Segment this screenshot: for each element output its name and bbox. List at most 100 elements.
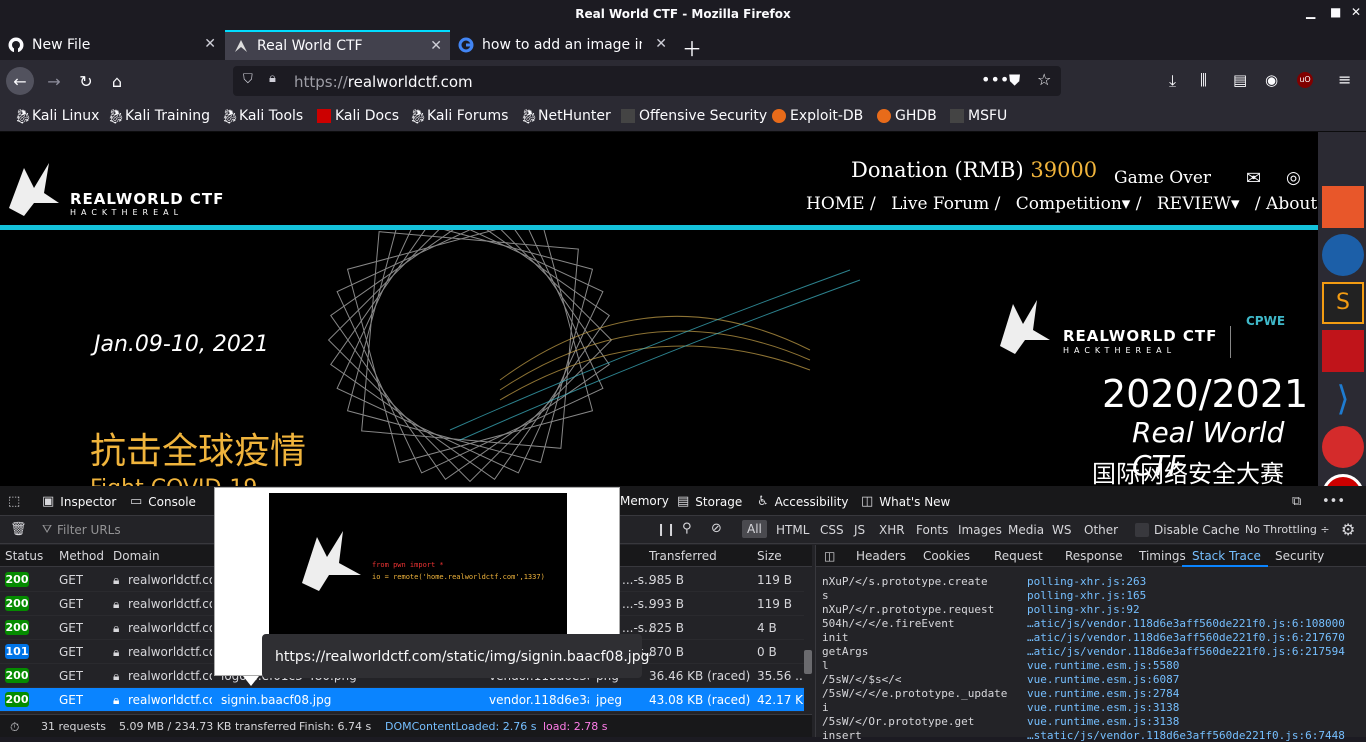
bookmark-kali-forums[interactable]: 🐉︎ Kali Forums bbox=[409, 108, 508, 125]
menu-about[interactable]: / About bbox=[1255, 194, 1317, 214]
tab-new-file[interactable]: New File ✕ bbox=[0, 30, 224, 60]
ublock-icon[interactable]: uO bbox=[1297, 72, 1313, 88]
maximize-icon[interactable]: ■ bbox=[1330, 5, 1341, 19]
element-picker-icon[interactable]: ⬚ bbox=[8, 494, 26, 509]
download-icon[interactable]: ⤓ bbox=[1169, 71, 1176, 91]
bookmark-kali-docs[interactable]: Kali Docs bbox=[317, 108, 399, 124]
burpsuite-icon[interactable] bbox=[1322, 186, 1364, 228]
close-icon[interactable]: ✕ bbox=[655, 36, 667, 52]
col-domain[interactable]: Domain bbox=[113, 549, 160, 563]
mail-icon[interactable]: ✉ bbox=[1246, 168, 1261, 189]
type-ws[interactable]: WS bbox=[1052, 523, 1071, 537]
tab-stack-trace[interactable]: Stack Trace bbox=[1192, 549, 1261, 563]
tab-console[interactable]: ▭ Console bbox=[130, 494, 196, 509]
col-method[interactable]: Method bbox=[59, 549, 104, 563]
type-xhr[interactable]: XHR bbox=[879, 523, 905, 537]
bookmark-kali-training[interactable]: 🐉︎ Kali Training bbox=[107, 108, 210, 125]
stack-frame-source[interactable]: vue.runtime.esm.js:3138 bbox=[1027, 715, 1179, 728]
type-media[interactable]: Media bbox=[1008, 523, 1044, 537]
type-css[interactable]: CSS bbox=[820, 523, 844, 537]
menu-review[interactable]: REVIEW▾ bbox=[1157, 194, 1240, 214]
tab-inspector[interactable]: ▣ Inspector bbox=[42, 494, 116, 509]
block-icon[interactable]: ⊘ bbox=[711, 521, 722, 536]
tab-storage[interactable]: ▤ Storage bbox=[677, 494, 742, 509]
type-fonts[interactable]: Fonts bbox=[916, 523, 948, 537]
tab-real-world-ctf[interactable]: Real World CTF ✕ bbox=[225, 30, 450, 60]
type-html[interactable]: HTML bbox=[776, 523, 809, 537]
bookmark-offensive-security[interactable]: Offensive Security bbox=[621, 108, 767, 124]
stack-frame-source[interactable]: …atic/js/vendor.118d6e3aff560de221f0.js:… bbox=[1027, 617, 1345, 630]
tab-headers[interactable]: Headers bbox=[856, 549, 906, 563]
type-images[interactable]: Images bbox=[958, 523, 1002, 537]
col-size[interactable]: Size bbox=[757, 549, 782, 563]
menu-live-forum[interactable]: Live Forum / bbox=[891, 194, 1000, 214]
close-icon[interactable]: ✕ bbox=[430, 38, 442, 54]
sidebar-icon[interactable]: ▤ bbox=[1233, 71, 1247, 89]
lock-icon[interactable]: 🔒︎ bbox=[269, 71, 276, 86]
minimize-icon[interactable]: ▁ bbox=[1306, 5, 1315, 19]
col-transferred[interactable]: Transferred bbox=[649, 549, 717, 563]
search-icon[interactable]: ⚲ bbox=[682, 521, 692, 536]
network-settings-gear-icon[interactable]: ⚙ bbox=[1341, 520, 1355, 539]
wireshark-icon[interactable] bbox=[1322, 234, 1364, 276]
forward-icon[interactable]: → bbox=[40, 67, 68, 95]
bookmark-exploit-db[interactable]: Exploit-DB bbox=[772, 108, 863, 124]
menu-home[interactable]: HOME / bbox=[806, 194, 876, 214]
stack-frame-source[interactable]: …static/js/vendor.118d6e3aff560de221f0.j… bbox=[1027, 729, 1345, 742]
bookmark-star-icon[interactable]: ☆ bbox=[1037, 70, 1051, 89]
stack-frame-source[interactable]: vue.runtime.esm.js:5580 bbox=[1027, 659, 1179, 672]
back-icon[interactable]: ← bbox=[6, 67, 34, 95]
reload-icon[interactable]: ↻ bbox=[72, 67, 100, 95]
tab-request[interactable]: Request bbox=[994, 549, 1043, 563]
url-bar[interactable]: ⛉ 🔒︎ https://realworldctf.com ••• ⛊ ☆ bbox=[233, 66, 1061, 96]
tab-accessibility[interactable]: ♿︎ Accessibility bbox=[757, 494, 849, 509]
filter-urls-input[interactable]: Filter URLs bbox=[57, 523, 121, 537]
dock-side-icon[interactable]: ⧉ bbox=[1292, 494, 1307, 509]
tab-whats-new[interactable]: ◫ What's New bbox=[861, 494, 950, 509]
pause-icon[interactable]: ❙❙ bbox=[656, 522, 676, 536]
tab-timings[interactable]: Timings bbox=[1139, 549, 1186, 563]
shield-icon[interactable]: ⛉ bbox=[243, 72, 253, 87]
tab-response[interactable]: Response bbox=[1065, 549, 1123, 563]
throttling-select[interactable]: No Throttling ÷ bbox=[1245, 523, 1330, 536]
menu-competition[interactable]: Competition▾ / bbox=[1016, 194, 1142, 214]
pocket-icon[interactable]: ⛊ bbox=[1009, 71, 1020, 89]
bookmark-ghdb[interactable]: GHDB bbox=[877, 108, 937, 124]
toggle-panel-icon[interactable]: ◫ bbox=[824, 549, 835, 563]
dragon-app-icon[interactable] bbox=[1322, 426, 1364, 468]
stack-frame-source[interactable]: polling-xhr.js:165 bbox=[1027, 589, 1146, 602]
sublime-icon[interactable]: S bbox=[1322, 282, 1364, 324]
bookmark-kali-linux[interactable]: 🐉︎ Kali Linux bbox=[14, 108, 99, 125]
type-js[interactable]: JS bbox=[854, 523, 865, 537]
home-icon[interactable]: ⌂ bbox=[103, 67, 131, 95]
trash-icon[interactable]: 🗑︎ bbox=[10, 522, 27, 537]
tab-google[interactable]: how to add an image in m ✕ bbox=[450, 30, 675, 60]
bookmark-kali-tools[interactable]: 🐉︎ Kali Tools bbox=[221, 108, 303, 125]
red-app-icon[interactable] bbox=[1322, 330, 1364, 372]
account-icon[interactable]: ◉ bbox=[1265, 71, 1278, 89]
request-list-scrollbar[interactable] bbox=[804, 650, 812, 674]
tab-cookies[interactable]: Cookies bbox=[923, 549, 970, 563]
disable-cache-checkbox[interactable] bbox=[1135, 523, 1149, 537]
table-row-selected[interactable]: 200 GET 🔒︎ realworldctf.co... signin.baa… bbox=[0, 688, 804, 712]
bookmark-nethunter[interactable]: 🐉︎ NetHunter bbox=[520, 108, 611, 125]
url-text[interactable]: https://realworldctf.com bbox=[294, 73, 473, 91]
stack-frame-source[interactable]: vue.runtime.esm.js:6087 bbox=[1027, 673, 1179, 686]
new-tab-icon[interactable]: ＋ bbox=[682, 33, 702, 62]
stack-frame-source[interactable]: vue.runtime.esm.js:3138 bbox=[1027, 701, 1179, 714]
type-all[interactable]: All bbox=[742, 520, 767, 538]
weibo-icon[interactable]: ◎ bbox=[1286, 168, 1301, 188]
stack-frame-source[interactable]: polling-xhr.js:92 bbox=[1027, 603, 1140, 616]
tab-memory[interactable]: Memory bbox=[620, 494, 669, 508]
close-window-icon[interactable]: ✕ bbox=[1351, 5, 1361, 19]
stack-frame-source[interactable]: …atic/js/vendor.118d6e3aff560de221f0.js:… bbox=[1027, 645, 1345, 658]
close-icon[interactable]: ✕ bbox=[204, 36, 216, 52]
col-status[interactable]: Status bbox=[5, 549, 43, 563]
devtools-menu-icon[interactable]: ••• bbox=[1322, 494, 1351, 509]
library-icon[interactable]: ⫼ bbox=[1200, 71, 1207, 89]
stack-frame-source[interactable]: vue.runtime.esm.js:2784 bbox=[1027, 687, 1179, 700]
stack-frame-source[interactable]: …atic/js/vendor.118d6e3aff560de221f0.js:… bbox=[1027, 631, 1345, 644]
tab-security[interactable]: Security bbox=[1275, 549, 1324, 563]
page-actions-icon[interactable]: ••• bbox=[981, 70, 1009, 89]
menu-icon[interactable]: ≡ bbox=[1338, 70, 1351, 89]
